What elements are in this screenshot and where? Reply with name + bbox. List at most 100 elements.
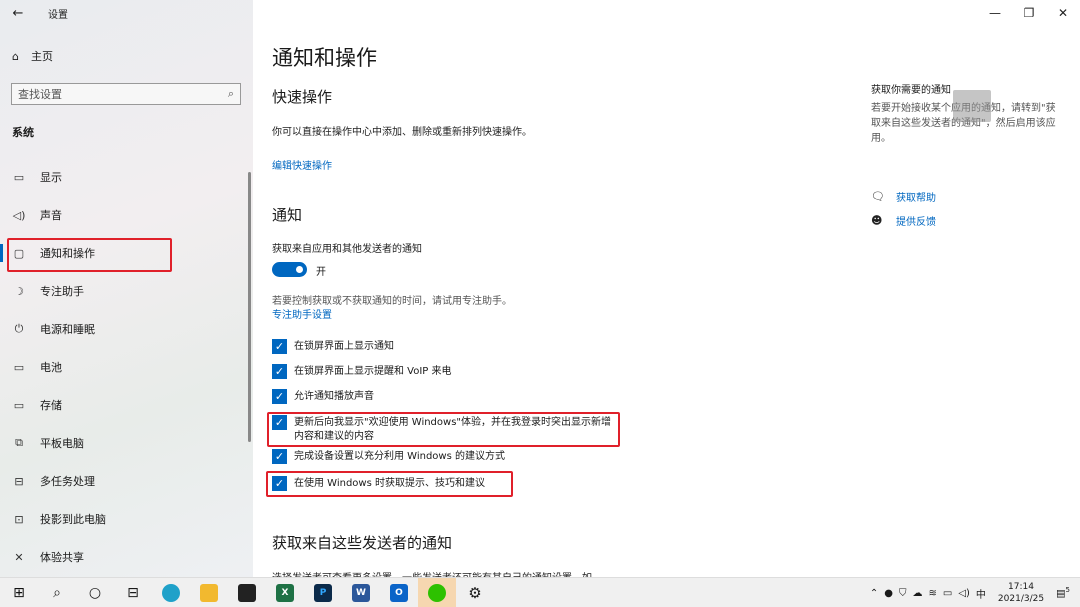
tablet-icon: ⧉ <box>15 436 23 449</box>
share-icon: ✕ <box>14 550 24 564</box>
toggle-state: 开 <box>316 267 326 278</box>
checkbox-device-setup[interactable]: ✓ 完成设备设置以充分利用 Windows 的建议方式 <box>272 449 505 464</box>
wifi-icon[interactable]: ≋ <box>928 588 936 599</box>
ime-indicator[interactable]: 中 <box>976 586 986 601</box>
sidebar-item-display[interactable]: ▭ 显示 <box>0 158 253 196</box>
search-icon: ⌕ <box>227 87 234 100</box>
wechat-icon <box>428 583 446 602</box>
search-button[interactable]: ⌕ <box>38 578 76 607</box>
checkbox-lockscreen-notifications[interactable]: ✓ 在锁屏界面上显示通知 <box>272 339 394 354</box>
sidebar-item-label: 电池 <box>40 361 62 374</box>
edge-icon <box>162 583 180 602</box>
taskbar-edge[interactable] <box>152 578 190 607</box>
notifications-toggle[interactable] <box>272 262 307 277</box>
sidebar-item-project[interactable]: ⊡ 投影到此电脑 <box>0 500 253 538</box>
windows-icon: ⊞ <box>13 584 25 601</box>
sidebar-item-power[interactable]: ⏻ 电源和睡眠 <box>0 310 253 348</box>
gear-icon: ⚙ <box>468 583 482 602</box>
speaker-icon: ◁) <box>12 208 26 222</box>
volume-icon[interactable]: ◁) <box>958 588 970 599</box>
highlight-box <box>266 471 513 497</box>
sidebar-nav: ▭ 显示 ◁) 声音 ▢ 通知和操作 ☽ 专注助手 ⏻ 电源和睡眠 ▭ 电池 ▭… <box>0 158 253 576</box>
checkbox-label: 在锁屏界面上显示通知 <box>294 341 394 352</box>
search-input[interactable]: 查找设置 ⌕ <box>11 83 241 105</box>
app-tray-icon[interactable]: ● <box>884 588 893 599</box>
storage-icon: ▭ <box>13 398 25 412</box>
checkbox-label: 完成设备设置以充分利用 Windows 的建议方式 <box>294 451 505 462</box>
sidebar-item-share[interactable]: ✕ 体验共享 <box>0 538 253 576</box>
cloud-icon[interactable]: ☁ <box>912 588 922 599</box>
minimize-button[interactable]: — <box>978 0 1012 28</box>
highlight-box <box>267 412 620 447</box>
window-controls: — ❐ ✕ <box>978 0 1080 28</box>
close-button[interactable]: ✕ <box>1046 0 1080 28</box>
sidebar-item-sound[interactable]: ◁) 声音 <box>0 196 253 234</box>
feedback-icon: ☻ <box>871 214 883 227</box>
home-label: 主页 <box>30 50 53 63</box>
clock[interactable]: 17:14 2021/3/25 <box>998 581 1044 605</box>
title-bar: ← 设置 <box>0 0 253 26</box>
taskbar: ⊞ ⌕ ○ ⊟ X P W O ⚙ ⌃ ● ⛉ ☁ ≋ ▭ ◁) 中 17:14… <box>0 577 1080 607</box>
word-icon: W <box>352 583 370 602</box>
page-title: 通知和操作 <box>272 46 377 70</box>
check-icon: ✓ <box>272 364 287 379</box>
photoshop-icon: P <box>314 583 332 602</box>
sidebar-item-storage[interactable]: ▭ 存储 <box>0 386 253 424</box>
cortana-button[interactable]: ○ <box>76 578 114 607</box>
taskbar-excel[interactable]: X <box>266 578 304 607</box>
folder-icon <box>200 583 218 602</box>
checkbox-label: 允许通知播放声音 <box>294 391 374 402</box>
task-view-button[interactable]: ⊟ <box>114 578 152 607</box>
sidebar-item-multitask[interactable]: ⊟ 多任务处理 <box>0 462 253 500</box>
sidebar-item-label: 体验共享 <box>40 551 84 564</box>
taskbar-photoshop[interactable]: P <box>304 578 342 607</box>
feedback-label: 提供反馈 <box>896 217 936 228</box>
circle-icon: ○ <box>88 584 102 601</box>
taskbar-word[interactable]: W <box>342 578 380 607</box>
home-link[interactable]: ⌂ 主页 <box>12 48 53 64</box>
checkbox-lockscreen-reminders[interactable]: ✓ 在锁屏界面上显示提醒和 VoIP 来电 <box>272 364 452 379</box>
sidebar-item-battery[interactable]: ▭ 电池 <box>0 348 253 386</box>
notifications-heading: 通知 <box>272 206 303 224</box>
taskbar-terminal[interactable] <box>228 578 266 607</box>
battery-tray-icon[interactable]: ▭ <box>943 588 952 599</box>
outlook-icon: O <box>390 583 408 602</box>
feedback-link[interactable]: ☻ 提供反馈 <box>871 213 936 228</box>
system-tray: ⌃ ● ⛉ ☁ ≋ ▭ ◁) 中 17:14 2021/3/25 ▤5 <box>870 578 1080 607</box>
action-center-icon[interactable]: ▤5 <box>1056 586 1070 599</box>
senders-desc: 选择发送者可查看更多设置。一些发送者还可能有其自己的通知设置。如 <box>272 569 592 577</box>
focus-assist-link[interactable]: 专注助手设置 <box>272 306 332 321</box>
check-icon: ✓ <box>272 449 287 464</box>
sidebar-item-label: 显示 <box>40 171 62 184</box>
check-icon: ✓ <box>272 389 287 404</box>
back-arrow-icon[interactable]: ← <box>0 6 36 21</box>
sidebar-item-focus[interactable]: ☽ 专注助手 <box>0 272 253 310</box>
moon-icon: ☽ <box>14 284 24 298</box>
focus-assist-desc: 若要控制获取或不获取通知的时间，请试用专注助手。 <box>272 296 512 307</box>
home-icon: ⌂ <box>12 49 19 63</box>
chevron-up-icon[interactable]: ⌃ <box>870 588 878 599</box>
checkbox-label: 在锁屏界面上显示提醒和 VoIP 来电 <box>294 366 452 377</box>
app-title: 设置 <box>48 9 68 21</box>
security-icon[interactable]: ⛉ <box>899 588 907 599</box>
get-help-link[interactable]: 🗨 获取帮助 <box>871 189 936 204</box>
cursor-overlay <box>953 90 991 122</box>
project-icon: ⊡ <box>14 512 24 526</box>
right-title: 获取你需要的通知 <box>871 85 951 96</box>
excel-icon: X <box>276 583 294 602</box>
maximize-button[interactable]: ❐ <box>1012 0 1046 28</box>
clock-date: 2021/3/25 <box>997 594 1045 604</box>
sidebar-item-label: 投影到此电脑 <box>40 513 106 526</box>
highlight-box <box>7 238 172 272</box>
start-button[interactable]: ⊞ <box>0 578 38 607</box>
edit-quick-actions-link[interactable]: 编辑快速操作 <box>272 157 332 172</box>
taskbar-settings[interactable]: ⚙ <box>456 578 494 607</box>
sidebar-item-tablet[interactable]: ⧉ 平板电脑 <box>0 424 253 462</box>
notifications-toggle-label: 获取来自应用和其他发送者的通知 <box>272 244 422 255</box>
sidebar-item-label: 声音 <box>40 209 62 222</box>
taskbar-explorer[interactable] <box>190 578 228 607</box>
taskbar-outlook[interactable]: O <box>380 578 418 607</box>
sidebar-scrollbar[interactable] <box>248 172 251 442</box>
taskbar-wechat[interactable] <box>418 577 456 607</box>
checkbox-notification-sounds[interactable]: ✓ 允许通知播放声音 <box>272 389 374 404</box>
